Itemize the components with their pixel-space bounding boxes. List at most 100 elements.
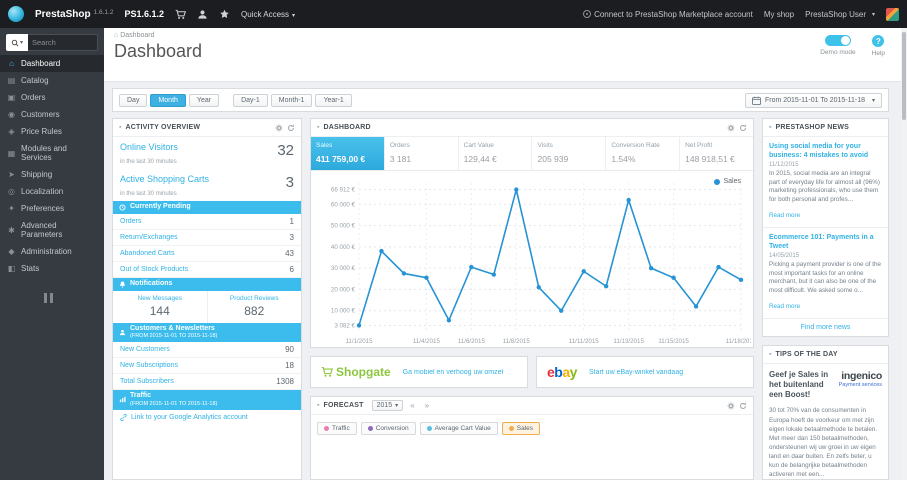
- kpi-orders[interactable]: Orders 3 181: [385, 137, 459, 170]
- kpi-net-profit[interactable]: Net Profit 148 918,51 €: [680, 137, 753, 170]
- online-visitors-link[interactable]: Online Visitors: [120, 142, 178, 152]
- page-scrollbar[interactable]: [901, 28, 907, 480]
- activity-panel-header: ▪ ACTIVITY OVERVIEW: [113, 119, 301, 137]
- forecast-toggle-sales[interactable]: Sales: [501, 422, 540, 435]
- sidebar-item-modules[interactable]: ▦ Modules and Services: [0, 140, 104, 166]
- user-avatar[interactable]: [886, 7, 899, 21]
- tips-headline: Geef je Sales in het buitenland een Boos…: [769, 370, 829, 400]
- filter-year-1-button[interactable]: Year-1: [315, 93, 352, 107]
- pending-orders-row[interactable]: Orders 1: [113, 214, 301, 230]
- kpi-sales[interactable]: Sales 411 759,00 €: [311, 137, 385, 170]
- forecast-year-select[interactable]: 2015: [371, 400, 404, 411]
- marketplace-link[interactable]: Connect to PrestaShop Marketplace accoun…: [583, 10, 753, 19]
- filter-month-1-button[interactable]: Month-1: [270, 93, 313, 107]
- dashboard-panel-header: ▪ DASHBOARD: [311, 119, 753, 137]
- sidebar-item-dashboard[interactable]: ⌂ Dashboard: [0, 55, 104, 72]
- forecast-toggle-average-cart-value[interactable]: Average Cart Value: [419, 422, 498, 435]
- trophy-icon[interactable]: [219, 9, 230, 20]
- kpi-cart-value[interactable]: Cart Value 129,44 €: [459, 137, 533, 170]
- active-carts-link[interactable]: Active Shopping Carts: [120, 174, 209, 184]
- google-analytics-link[interactable]: Link to your Google Analytics account: [113, 410, 301, 425]
- kpi-conversion-rate[interactable]: Conversion Rate 1.54%: [606, 137, 681, 170]
- svg-text:20 000 €: 20 000 €: [331, 286, 356, 293]
- sidebar-item-localization[interactable]: ◎ Localization: [0, 183, 104, 200]
- administration-icon: ◆: [8, 247, 15, 256]
- dashboard-refresh-icon[interactable]: [739, 124, 747, 132]
- tips-panel-icon: ▪: [769, 351, 772, 359]
- customers-icon[interactable]: [197, 9, 208, 20]
- kpi-visits[interactable]: Visits 205 939: [532, 137, 607, 170]
- ebay-promo[interactable]: ebay Start uw eBay-winkel vandaag: [536, 356, 754, 388]
- news-headline-link[interactable]: Using social media for your business: 4 …: [769, 142, 882, 160]
- new-messages-cell[interactable]: New Messages 144: [113, 291, 207, 323]
- new-customers-row[interactable]: New Customers 90: [113, 342, 301, 359]
- help-button[interactable]: ? Help: [872, 35, 885, 57]
- read-more-link[interactable]: Read more: [769, 212, 800, 219]
- breadcrumb[interactable]: ⌂ Dashboard: [114, 32, 891, 39]
- sidebar: ▾ ⌂Dashboard ▤Catalog ▣Orders ◉Customers…: [0, 28, 104, 480]
- my-shop-link[interactable]: My shop: [764, 10, 794, 19]
- sidebar-collapse-button[interactable]: [44, 293, 53, 303]
- ebay-promo-link[interactable]: Start uw eBay-winkel vandaag: [589, 369, 683, 376]
- activity-settings-icon[interactable]: [275, 124, 283, 132]
- scrollbar-thumb[interactable]: [902, 32, 906, 120]
- page-title: Dashboard: [114, 41, 203, 61]
- sidebar-item-administration[interactable]: ◆ Administration: [0, 243, 104, 260]
- forecast-settings-icon[interactable]: [727, 402, 735, 410]
- sidebar-item-preferences[interactable]: ✦ Preferences: [0, 200, 104, 217]
- sales-chart-zone: 66 912 € 60 000 € 50 000 € 40 000 € 30 000 €…: [311, 171, 757, 347]
- chart-legend[interactable]: Sales: [714, 178, 741, 185]
- pending-abandoned-carts-row[interactable]: Abandoned Carts 43: [113, 246, 301, 262]
- product-reviews-cell[interactable]: Product Reviews 882: [206, 290, 302, 323]
- sidebar-item-customers[interactable]: ◉ Customers: [0, 106, 104, 123]
- news-item: Ecommerce 101: Payments in a Tweet 14/05…: [763, 228, 888, 320]
- read-more-link[interactable]: Read more: [769, 303, 800, 310]
- filter-day-button[interactable]: Day: [119, 93, 148, 107]
- prestashop-logo[interactable]: [8, 6, 24, 22]
- period-buttons: Day Month Year Day-1 Month-1 Year-1: [119, 93, 352, 107]
- filter-year-button[interactable]: Year: [188, 93, 220, 107]
- activity-column: ▪ ACTIVITY OVERVIEW Online Visitors 32 i…: [112, 118, 302, 480]
- pending-returns-row[interactable]: Return/Exchanges 3: [113, 230, 301, 246]
- forecast-refresh-icon[interactable]: [739, 402, 747, 410]
- demo-mode-toggle[interactable]: Demo mode: [820, 35, 856, 57]
- sidebar-item-orders[interactable]: ▣ Orders: [0, 89, 104, 106]
- cart-icon[interactable]: [175, 9, 186, 20]
- svg-text:11/11/2015: 11/11/2015: [569, 338, 600, 345]
- customers-menu-icon: ◉: [8, 110, 15, 119]
- activity-refresh-icon[interactable]: [287, 124, 295, 132]
- sidebar-item-shipping[interactable]: ➤ Shipping: [0, 166, 104, 183]
- customers-section-header: Customers & Newsletters (FROM 2015-11-01 …: [113, 322, 301, 343]
- average-cart-value-dot-icon: [426, 426, 432, 431]
- search-input[interactable]: [28, 34, 98, 51]
- user-menu[interactable]: PrestaShop User: [805, 10, 875, 19]
- sidebar-item-stats[interactable]: ◧ Stats: [0, 260, 104, 277]
- forecast-prev-icon[interactable]: «: [407, 401, 417, 410]
- notifications-section-header: Notifications: [113, 277, 301, 291]
- sidebar-item-price-rules[interactable]: ◈ Price Rules: [0, 123, 104, 140]
- svg-text:40 000 €: 40 000 €: [331, 244, 356, 251]
- search-scope-button[interactable]: ▾: [6, 34, 28, 51]
- orders-icon: ▣: [7, 93, 16, 102]
- home-icon: ⌂: [114, 32, 119, 39]
- filter-month-button[interactable]: Month: [150, 93, 186, 107]
- activity-icon: ▪: [119, 124, 122, 131]
- shopgate-promo-link[interactable]: Ga mobiel en verhoog uw omzet: [403, 369, 504, 376]
- forecast-toggle-conversion[interactable]: Conversion: [360, 422, 416, 435]
- filter-day-1-button[interactable]: Day-1: [233, 93, 268, 107]
- sidebar-item-advanced-parameters[interactable]: ✱ Advanced Parameters: [0, 217, 104, 243]
- shopgate-promo[interactable]: Shopgate Ga mobiel en verhoog uw omzet: [310, 356, 528, 388]
- sidebar-item-catalog[interactable]: ▤ Catalog: [0, 72, 104, 89]
- news-headline-link[interactable]: Ecommerce 101: Payments in a Tweet: [769, 233, 882, 251]
- date-range-picker[interactable]: From 2015-11-01 To 2015-11-18: [744, 92, 882, 108]
- pending-out-of-stock-row[interactable]: Out of Stock Products 6: [113, 262, 301, 278]
- quick-access-menu[interactable]: Quick Access: [241, 10, 295, 19]
- total-subscribers-row[interactable]: Total Subscribers 1308: [113, 374, 301, 391]
- find-more-news-link[interactable]: Find more news: [763, 319, 888, 336]
- dashboard-settings-icon[interactable]: [727, 124, 735, 132]
- new-subscriptions-row[interactable]: New Subscriptions 18: [113, 358, 301, 375]
- shop-name-link[interactable]: PS1.6.1.2: [124, 9, 164, 19]
- forecast-next-icon[interactable]: »: [422, 401, 432, 410]
- forecast-toggle-traffic[interactable]: Traffic: [317, 422, 357, 435]
- toggle-on-icon[interactable]: [824, 35, 851, 46]
